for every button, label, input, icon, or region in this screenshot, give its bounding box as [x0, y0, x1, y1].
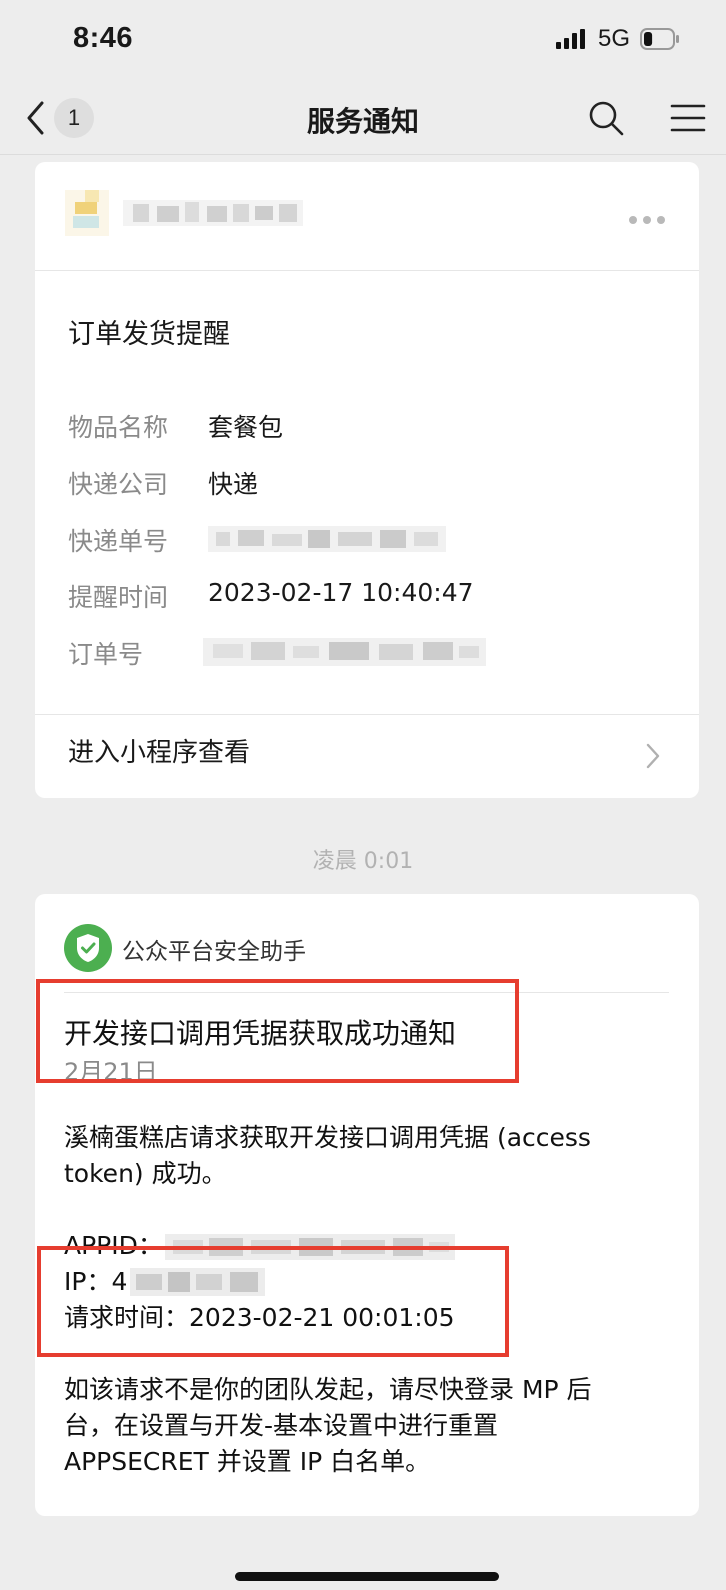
warning-line: APPSECRET 并设置 IP 白名单。 [64, 1447, 431, 1476]
app-name-redacted [123, 200, 303, 226]
time-separator: 凌晨 0:01 [312, 849, 414, 874]
highlight-box-ip-time [37, 1246, 509, 1357]
field-label: 快递单号 [68, 527, 169, 556]
menu-icon[interactable] [668, 98, 708, 138]
tracking-number-redacted [208, 526, 446, 552]
sender-name: 公众平台安全助手 [122, 939, 306, 965]
home-indicator[interactable] [235, 1572, 499, 1581]
shield-check-icon [64, 924, 112, 972]
warning-line: 如该请求不是你的团队发起，请尽快登录 MP 后 [64, 1375, 592, 1404]
more-icon[interactable] [627, 214, 667, 226]
notice-title: 订单发货提醒 [68, 319, 230, 350]
search-icon[interactable] [586, 98, 626, 138]
open-miniprogram-label: 进入小程序查看 [68, 738, 251, 768]
field-label: 提醒时间 [68, 583, 169, 612]
field-label: 物品名称 [68, 413, 169, 442]
body-line: 溪楠蛋糕店请求获取开发接口调用凭据 (access [64, 1123, 591, 1152]
status-bar: 8:46 5G [0, 0, 726, 80]
field-label: 订单号 [68, 640, 144, 669]
field-label: 快递公司 [68, 470, 169, 499]
app-avatar [65, 190, 109, 236]
field-value: 快递 [208, 470, 259, 499]
field-value: 套餐包 [208, 413, 284, 442]
highlight-box-title [36, 979, 519, 1083]
network-label: 5G [598, 25, 631, 52]
header-divider [35, 270, 699, 271]
body-line: token) 成功。 [64, 1159, 227, 1188]
field-value: 2023-02-17 10:40:47 [208, 578, 474, 607]
chevron-right-icon [646, 743, 660, 769]
battery-icon [640, 28, 679, 50]
status-time: 8:46 [73, 22, 134, 54]
signal-icon [556, 29, 585, 49]
warning-line: 台，在设置与开发-基本设置中进行重置 [64, 1411, 499, 1440]
nav-bar: 1 服务通知 [0, 82, 726, 155]
order-number-redacted [203, 638, 486, 666]
order-notice-card: 订单发货提醒 物品名称 套餐包 快递公司 快递 快递单号 提醒时间 2023-0… [35, 162, 699, 798]
open-miniprogram-link[interactable]: 进入小程序查看 [35, 714, 699, 798]
